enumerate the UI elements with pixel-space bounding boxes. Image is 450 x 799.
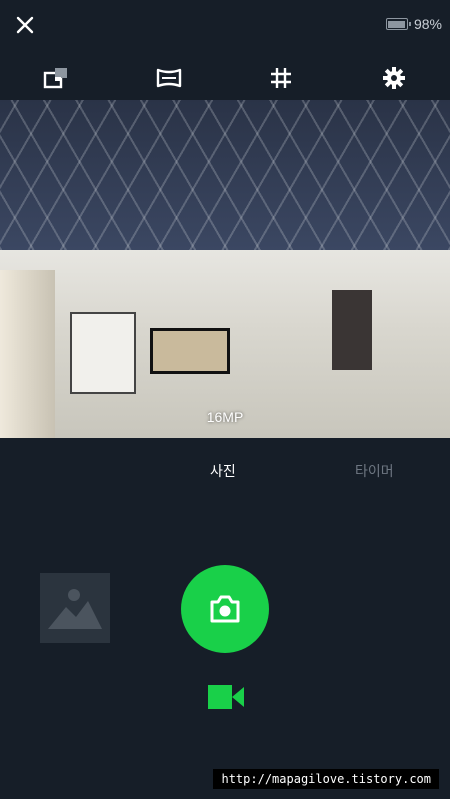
video-mode-button[interactable]: [206, 683, 246, 711]
battery-indicator: 98%: [385, 16, 442, 32]
close-button[interactable]: [12, 12, 38, 38]
settings-button[interactable]: [380, 64, 408, 92]
shelf-scene: [332, 290, 372, 370]
grid-icon: [271, 68, 291, 88]
battery-icon: [385, 18, 411, 30]
close-icon: [16, 16, 34, 34]
panorama-button[interactable]: [155, 64, 183, 92]
camera-icon: [210, 595, 240, 623]
ceiling-scene: [0, 100, 450, 250]
image-placeholder-icon: [48, 589, 102, 629]
mode-timer[interactable]: 타이머: [355, 461, 394, 481]
status-bar: 98%: [0, 0, 450, 52]
switch-camera-icon: [43, 68, 67, 89]
camera-toolbar: [0, 56, 450, 100]
battery-percent: 98%: [413, 16, 442, 32]
settings-icon: [383, 67, 405, 89]
video-camera-icon: [208, 685, 244, 709]
shutter-button[interactable]: [181, 565, 269, 653]
grid-button[interactable]: [267, 64, 295, 92]
watermark-url: http://mapagilove.tistory.com: [213, 769, 439, 789]
resolution-label: 16MP: [206, 409, 244, 425]
switch-camera-button[interactable]: [42, 64, 70, 92]
cabinet-scene: [70, 312, 136, 394]
mode-selector: 사진 타이머: [0, 455, 450, 485]
mode-photo[interactable]: 사진: [210, 461, 236, 481]
camera-viewfinder[interactable]: 16MP: [0, 100, 450, 438]
tv-scene: [150, 328, 230, 374]
panorama-icon: [156, 68, 182, 88]
gallery-button[interactable]: [40, 573, 110, 643]
